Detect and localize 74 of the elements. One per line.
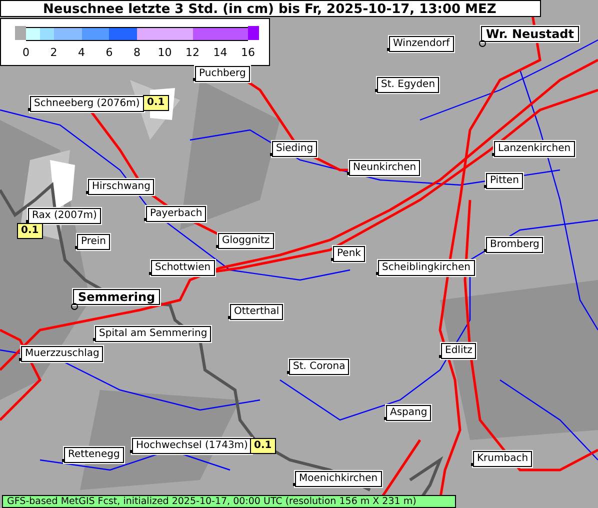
location-marker-icon [293,483,296,486]
location-marker-icon [492,153,495,156]
above-range-swatch [248,26,259,40]
location-marker-icon [439,355,442,358]
snow-amount-badge: 0.1 [250,438,276,454]
town-label: Lanzenkirchen [494,141,575,157]
location-marker-icon [149,272,152,275]
location-marker-icon [193,78,196,81]
location-marker-icon [376,272,379,275]
location-marker-icon [331,258,334,261]
scale-tick-label: 16 [240,46,256,59]
location-marker-icon [471,463,474,466]
town-label: St. Corona [289,359,350,375]
town-label: Prein [77,234,110,250]
location-marker-icon [86,191,89,194]
town-label: Muerzzuschlag [21,346,104,362]
scale-tick-label: 14 [212,46,228,59]
city-marker-icon [479,40,486,47]
town-label: Puchberg [195,66,250,82]
town-label: Wr. Neustadt [481,26,579,42]
city-marker-icon [71,303,78,310]
snow-amount-badge: 0.1 [143,95,169,111]
scale-tick-label: 6 [104,46,114,59]
location-marker-icon [75,246,78,249]
town-label: Pitten [486,173,523,189]
town-label: Penk [333,246,365,262]
location-marker-icon [228,316,231,319]
town-label: Edlitz [441,343,476,359]
location-marker-icon [26,220,29,223]
map-title: Neuschnee letzte 3 Std. (in cm) bis Fr, 2025-10-17, 13:00 MEZ [0,0,541,17]
below-range-swatch [15,26,26,40]
location-marker-icon [19,358,22,361]
forecast-info-footer: GFS-based MetGIS Fcst, initialized 2025-10-17, 00:00 UTC (resolution 156 m X 231 m) [2,495,456,508]
town-label: St. Egyden [377,77,440,93]
location-marker-icon [130,450,133,453]
location-marker-icon [347,172,350,175]
peak-label: Schneeberg (2076m) [30,96,144,112]
scale-tick-label: 10 [156,46,173,59]
peak-label: Hochwechsel (1743m) [132,438,252,454]
snow-amount-badge: 0.1 [17,223,43,239]
town-label: Winzendorf [389,36,454,52]
scale-tick-label: 2 [49,46,58,59]
town-label: Scheiblingkirchen [378,260,474,276]
location-marker-icon [287,371,290,374]
town-label: Aspang [386,405,432,421]
town-label: Rettenegg [64,447,124,463]
location-marker-icon [375,89,378,92]
scale-tick-label: 8 [132,46,142,59]
town-label: Neunkirchen [349,160,420,176]
location-marker-icon [387,48,390,51]
town-label: Payerbach [146,206,206,222]
location-marker-icon [62,459,65,462]
location-marker-icon [144,218,147,221]
scale-tick-label: 12 [184,46,200,59]
town-label: Spital am Semmering [95,326,212,342]
town-label: Krumbach [473,451,532,467]
scale-tick-label: 0 [22,46,30,59]
town-label: Hirschwang [88,179,154,195]
location-marker-icon [484,249,487,252]
location-marker-icon [216,245,219,248]
town-label: Schottwien [151,260,215,276]
scale-tick-label: 4 [77,46,86,59]
town-label: Semmering [73,289,160,305]
town-label: Gloggnitz [218,233,274,249]
town-label: Bromberg [486,237,544,253]
location-marker-icon [270,153,273,156]
town-label: Moenichkirchen [295,471,382,487]
location-marker-icon [384,417,387,420]
peak-label: Rax (2007m) [28,208,101,224]
location-marker-icon [28,108,31,111]
town-label: Sieding [272,141,318,157]
location-marker-icon [93,338,96,341]
town-label: Otterthal [230,304,284,320]
location-marker-icon [484,185,487,188]
